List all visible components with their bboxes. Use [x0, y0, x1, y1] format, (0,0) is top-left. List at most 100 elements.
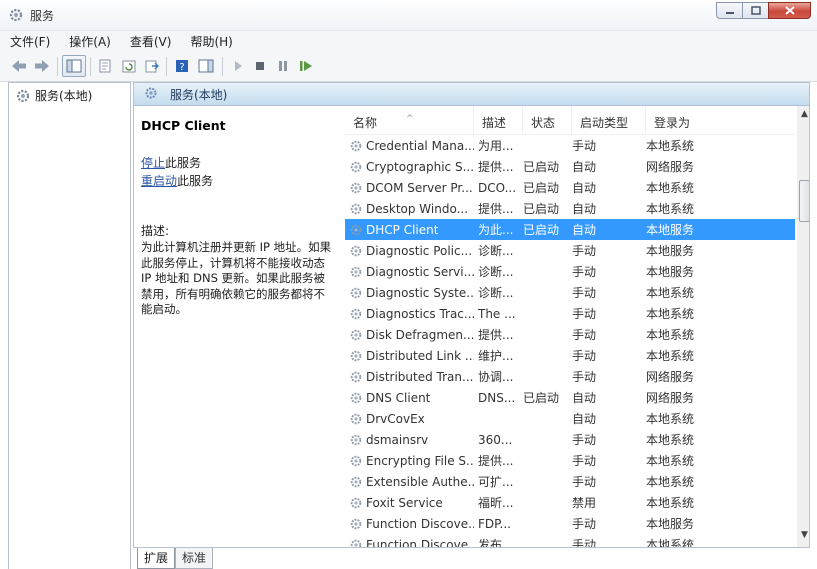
service-description: 提供... [478, 202, 514, 216]
maximize-button[interactable] [742, 2, 768, 19]
stop-service-link[interactable]: 停止 [141, 156, 165, 170]
scroll-down-arrow-icon[interactable]: ▼ [797, 530, 809, 544]
service-startup-type: 手动 [572, 265, 597, 279]
service-name-cell: Diagnostic Syste... [345, 286, 474, 300]
tree-item-services-local[interactable]: 服务(本地) [15, 87, 92, 104]
service-row[interactable]: Function Discove... FDP... 手动 本地服务 [345, 513, 795, 534]
close-button[interactable] [768, 2, 811, 19]
service-row[interactable]: Function Discove... 发布... 手动 本地系统 [345, 534, 795, 547]
service-gear-icon [350, 350, 362, 361]
service-name-cell: DrvCovEx [345, 412, 474, 426]
services-gear-icon [16, 89, 30, 102]
pause-service-icon [279, 61, 287, 71]
column-header-name-label: 名称 [353, 116, 378, 130]
menu-view[interactable]: 查看(V) [120, 33, 181, 50]
toolbar-separator [57, 57, 58, 76]
service-row[interactable]: DCOM Server Pr... DCO... 已启动 自动 本地系统 [345, 177, 795, 198]
column-header-startup-type[interactable]: 启动类型 [572, 106, 646, 134]
service-status: 已启动 [523, 160, 560, 174]
service-logon-as: 本地服务 [646, 517, 695, 531]
service-name-cell: Diagnostic Polic... [345, 244, 474, 258]
help-button[interactable]: ? [174, 58, 190, 74]
service-name: DrvCovEx [366, 411, 425, 426]
stop-service-button[interactable] [252, 58, 268, 74]
toolbar-separator [166, 57, 167, 76]
forward-button[interactable] [34, 58, 50, 74]
service-startup-type: 手动 [572, 454, 597, 468]
menu-action[interactable]: 操作(A) [59, 33, 120, 50]
service-logon-as: 网络服务 [646, 160, 695, 174]
service-row[interactable]: Cryptographic S... 提供... 已启动 自动 网络服务 [345, 156, 795, 177]
menu-file[interactable]: 文件(F) [0, 33, 59, 50]
service-logon-as: 本地系统 [646, 412, 695, 426]
selected-service-title: DHCP Client [141, 118, 226, 133]
service-startup-type: 自动 [572, 223, 597, 237]
service-name-cell: Diagnostic Servi... [345, 265, 474, 279]
service-row[interactable]: Diagnostic Polic... 诊断... 手动 本地服务 [345, 240, 795, 261]
restart-service-link[interactable]: 重启动 [141, 174, 177, 188]
tab-extended[interactable]: 扩展 [137, 548, 176, 569]
service-name-cell: Encrypting File S... [345, 454, 474, 468]
refresh-button[interactable] [121, 58, 137, 74]
service-gear-icon [350, 371, 362, 382]
column-header-logon-as[interactable]: 登录为 [646, 106, 716, 134]
column-header-name[interactable]: ^ 名称 [345, 106, 474, 134]
service-row[interactable]: Distributed Link ... 维护... 手动 本地系统 [345, 345, 795, 366]
service-description-pane: DHCP Client 停止此服务 重启动此服务 描述: 为此计算机注册并更新 … [134, 106, 346, 547]
maximize-icon [750, 6, 761, 15]
service-gear-icon [350, 245, 362, 256]
console-tree-button[interactable] [66, 58, 82, 74]
column-header-description[interactable]: 描述 [474, 106, 523, 134]
scrollbar-thumb[interactable] [799, 180, 809, 222]
properties-button[interactable] [97, 58, 113, 74]
service-row[interactable]: dsmainsrv 360... 手动 本地系统 [345, 429, 795, 450]
service-gear-icon [350, 455, 362, 466]
scroll-up-arrow-icon[interactable]: ▲ [797, 109, 809, 123]
service-gear-icon [350, 203, 362, 214]
service-row[interactable]: Diagnostic Servi... 诊断... 手动 本地服务 [345, 261, 795, 282]
service-row[interactable]: Diagnostics Trac... The ... 手动 本地系统 [345, 303, 795, 324]
refresh-icon [122, 60, 136, 73]
service-row[interactable]: Encrypting File S... 提供... 手动 本地系统 [345, 450, 795, 471]
tab-standard[interactable]: 标准 [175, 548, 214, 569]
service-name: Distributed Tran... [366, 369, 474, 384]
service-description: 提供... [478, 328, 514, 342]
pause-service-button[interactable] [275, 58, 291, 74]
action-pane-button[interactable] [198, 58, 214, 74]
service-gear-icon [350, 224, 362, 235]
service-description: 诊断... [478, 244, 514, 258]
service-name-cell: Desktop Windo... [345, 202, 474, 216]
service-gear-icon [350, 497, 362, 508]
service-row[interactable]: DrvCovEx 自动 本地系统 [345, 408, 795, 429]
service-row[interactable]: Foxit Service 福昕... 禁用 本地系统 [345, 492, 795, 513]
back-button[interactable] [11, 58, 27, 74]
service-row[interactable]: Desktop Windo... 提供... 已启动 自动 本地系统 [345, 198, 795, 219]
service-status: 已启动 [523, 181, 560, 195]
service-name-cell: Function Discove... [345, 517, 474, 531]
description-text: 为此计算机注册并更新 IP 地址。如果 此服务停止，计算机将不能接收动态 IP … [141, 240, 343, 318]
minimize-button[interactable] [716, 2, 742, 19]
service-row[interactable]: DHCP Client 为此... 已启动 自动 本地服务 [345, 219, 795, 240]
column-header-status[interactable]: 状态 [523, 106, 572, 134]
service-row[interactable]: Diagnostic Syste... 诊断... 手动 本地系统 [345, 282, 795, 303]
service-startup-type: 手动 [572, 244, 597, 258]
service-row[interactable]: Extensible Authe... 可扩... 手动 本地系统 [345, 471, 795, 492]
menu-help[interactable]: 帮助(H) [180, 33, 241, 50]
service-row[interactable]: Distributed Tran... 协调... 手动 网络服务 [345, 366, 795, 387]
service-name: Distributed Link ... [366, 348, 474, 363]
services-gear-icon [9, 8, 23, 22]
service-gear-icon [350, 266, 362, 277]
export-list-button[interactable] [144, 58, 160, 74]
restart-service-button[interactable] [298, 58, 314, 74]
service-row[interactable]: DNS Client DNS... 已启动 自动 网络服务 [345, 387, 795, 408]
service-row[interactable]: Credential Mana... 为用... 手动 本地系统 [345, 135, 795, 156]
vertical-scrollbar[interactable]: ▲ ▼ [797, 106, 809, 547]
search-services-icon [145, 87, 157, 99]
service-row[interactable]: Disk Defragmen... 提供... 手动 本地系统 [345, 324, 795, 345]
stop-service-icon [256, 62, 264, 70]
service-name-cell: dsmainsrv [345, 433, 474, 447]
service-logon-as: 本地系统 [646, 496, 695, 510]
service-rows: Credential Mana... 为用... 手动 本地系统 Cryptograph… [345, 135, 795, 547]
start-service-button[interactable] [230, 58, 246, 74]
service-name: Disk Defragmen... [366, 327, 474, 342]
